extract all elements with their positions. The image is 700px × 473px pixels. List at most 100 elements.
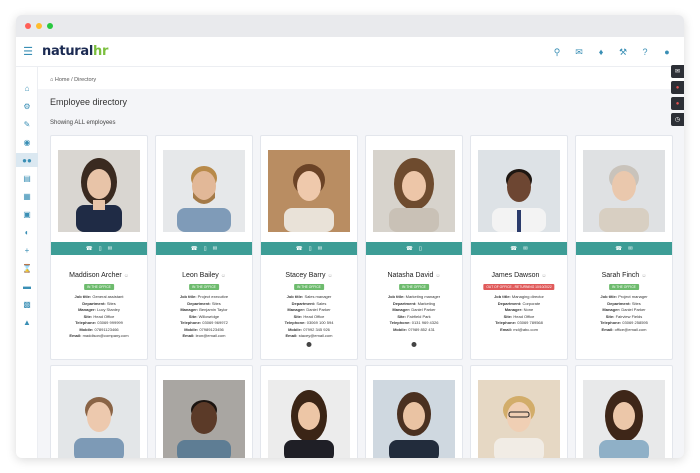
status-badge: IN THE OFFICE — [399, 284, 429, 290]
email-link[interactable]: stacey@email.com — [299, 333, 333, 338]
employee-card[interactable] — [575, 365, 673, 458]
employee-card[interactable] — [260, 365, 358, 458]
employee-photo — [478, 150, 560, 232]
contact-action-bar: ☎ ▯ ✉ — [261, 242, 357, 255]
employee-name[interactable]: Maddison Archer ☺ — [51, 272, 147, 279]
phone-icon[interactable]: ☎ — [615, 246, 622, 252]
employee-details: Job title: Project executive Department:… — [179, 294, 229, 338]
employee-photo — [583, 150, 665, 232]
breadcrumb-current: Directory — [74, 77, 97, 83]
employee-details: Job title: Project manager Department: S… — [600, 294, 648, 332]
person-icon: ☺ — [435, 273, 441, 279]
employee-name[interactable]: James Dawson ☺ — [471, 272, 567, 279]
chart-icon[interactable]: ▤ — [16, 171, 38, 185]
employee-card[interactable]: ☎ ▯ Natasha David ☺ IN THE OFFICE Job tit… — [365, 135, 463, 360]
employee-photo — [163, 150, 245, 232]
employee-card[interactable] — [365, 365, 463, 458]
hourglass-icon[interactable]: ⌛ — [16, 261, 38, 275]
app-logo[interactable]: naturalhr — [42, 44, 108, 59]
employee-card[interactable]: ☎ ✉ James Dawson ☺ OUT OF OFFICE - RETURN… — [470, 135, 568, 360]
tasks-alert-icon[interactable]: ● — [671, 81, 684, 94]
email-link[interactable]: leon@email.com — [196, 333, 226, 338]
phone-icon[interactable]: ☎ — [406, 246, 413, 252]
org-chart-icon[interactable]: ▲ — [16, 315, 38, 329]
mail-icon[interactable]: ✉ — [628, 246, 633, 252]
email-link[interactable]: maddison@company.com — [83, 333, 129, 338]
person-icon: ☺ — [123, 273, 129, 279]
employee-name[interactable]: Natasha David ☺ — [366, 272, 462, 279]
mail-icon[interactable]: ✉ — [108, 246, 113, 252]
clock-icon[interactable]: ◷ — [671, 113, 684, 126]
employee-card[interactable] — [50, 365, 148, 458]
user-add-icon[interactable]: + — [16, 243, 38, 257]
employee-card[interactable]: ☎ ▯ ✉ Maddison Archer ☺ IN THE OFFICE Job… — [50, 135, 148, 360]
status-badge: IN THE OFFICE — [294, 284, 324, 290]
dashboard-icon[interactable]: ◐ — [16, 225, 38, 239]
employee-card[interactable]: ☎ ✉ Sarah Finch ☺ IN THE OFFICE Job title… — [575, 135, 673, 360]
mail-icon[interactable]: ✉ — [574, 47, 584, 57]
wrench-icon[interactable]: ⚒ — [618, 47, 628, 57]
employee-name[interactable]: Leon Bailey ☺ — [156, 272, 252, 279]
person-icon: ☺ — [541, 273, 547, 279]
maximize-window-button[interactable] — [47, 23, 53, 29]
mobile-icon[interactable]: ▯ — [309, 246, 312, 252]
mail-icon[interactable]: ✉ — [523, 246, 528, 252]
directory-icon[interactable]: ●● — [16, 153, 38, 167]
settings-icon[interactable]: ⚙ — [16, 99, 38, 113]
employee-details: Job title: General assistant Department:… — [69, 294, 129, 338]
employee-photo — [583, 380, 665, 458]
bell-icon[interactable]: ♦ — [596, 47, 606, 57]
mobile-icon[interactable]: ▯ — [99, 246, 102, 252]
employee-card[interactable] — [470, 365, 568, 458]
mobile-icon[interactable]: ▯ — [204, 246, 207, 252]
email-link[interactable]: office@email.com — [615, 327, 647, 332]
close-window-button[interactable] — [25, 23, 31, 29]
mobile-icon[interactable]: ▯ — [419, 246, 422, 252]
money-icon[interactable]: ▬ — [16, 279, 38, 293]
home-icon[interactable]: ⌂ — [16, 81, 38, 95]
email-link[interactable]: md@abc.com — [513, 327, 538, 332]
search-icon[interactable]: ⚲ — [552, 47, 562, 57]
employee-photo — [373, 150, 455, 232]
mail-icon[interactable]: ✉ — [318, 246, 323, 252]
phone-icon[interactable]: ☎ — [191, 246, 198, 252]
contact-action-bar: ☎ ✉ — [576, 242, 672, 255]
breadcrumb-home[interactable]: Home — [55, 77, 70, 83]
employee-details: Job title: Sales manager Department: Sal… — [284, 294, 334, 338]
user-edit-icon[interactable]: ✎ — [16, 117, 38, 131]
app-window: ☰ naturalhr ⚲ ✉ ♦ ⚒ ? ● ⌂ ⚙ ✎ ◉ ●● ▤ ▦ ▣… — [16, 15, 684, 458]
employee-details: Job title: Managing director Department:… — [494, 294, 544, 332]
person-icon: ☺ — [327, 273, 333, 279]
messages-alert-icon[interactable]: ● — [671, 97, 684, 110]
phone-icon[interactable]: ☎ — [296, 246, 303, 252]
employee-card[interactable] — [155, 365, 253, 458]
help-icon[interactable]: ? — [640, 47, 650, 57]
person-icon: ☺ — [641, 273, 647, 279]
minimize-window-button[interactable] — [36, 23, 42, 29]
employee-name[interactable]: Stacey Barry ☺ — [261, 272, 357, 279]
employee-photo — [373, 380, 455, 458]
home-crumb-icon[interactable]: ⌂ — [50, 77, 53, 83]
truck-icon[interactable]: ▩ — [16, 297, 38, 311]
folder-icon[interactable]: ▣ — [16, 207, 38, 221]
menu-icon[interactable]: ☰ — [16, 45, 40, 58]
sidebar: ⌂ ⚙ ✎ ◉ ●● ▤ ▦ ▣ ◐ + ⌛ ▬ ▩ ▲ — [16, 67, 38, 458]
phone-icon[interactable]: ☎ — [510, 246, 517, 252]
employee-card[interactable]: ☎ ▯ ✉ Stacey Barry ☺ IN THE OFFICE Job ti… — [260, 135, 358, 360]
globe-icon[interactable]: ◉ — [16, 135, 38, 149]
status-badge: IN THE OFFICE — [609, 284, 639, 290]
mail-icon[interactable]: ✉ — [213, 246, 218, 252]
contact-action-bar: ☎ ▯ — [366, 242, 462, 255]
user-icon[interactable]: ● — [662, 47, 672, 57]
status-badge: OUT OF OFFICE - RETURNING 10/10/2022 — [483, 284, 555, 290]
contact-action-bar: ☎ ✉ — [471, 242, 567, 255]
megaphone-icon[interactable]: ✉ — [671, 65, 684, 78]
employee-card[interactable]: ☎ ▯ ✉ Leon Bailey ☺ IN THE OFFICE Job tit… — [155, 135, 253, 360]
employee-name[interactable]: Sarah Finch ☺ — [576, 272, 672, 279]
more-info-icon[interactable] — [306, 342, 312, 347]
phone-icon[interactable]: ☎ — [86, 246, 93, 252]
more-info-icon[interactable] — [411, 342, 417, 347]
calendar-icon[interactable]: ▦ — [16, 189, 38, 203]
employee-photo — [163, 380, 245, 458]
page-title: Employee directory — [50, 97, 128, 107]
